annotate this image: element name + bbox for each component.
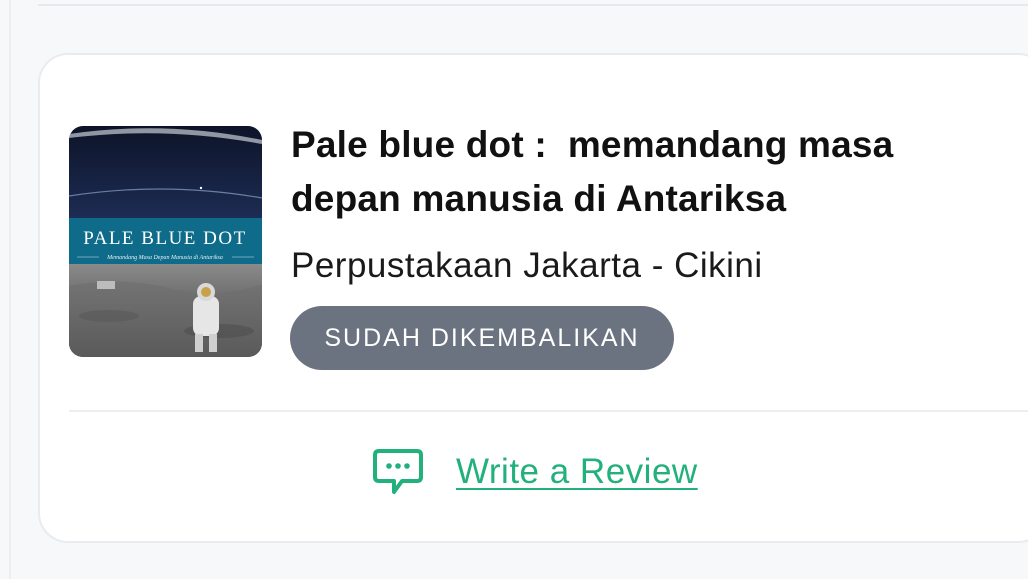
book-cover-image: PALE BLUE DOT Memandang Masa Depan Manus… — [69, 126, 262, 357]
cover-title-text: PALE BLUE DOT — [83, 228, 246, 249]
previous-card-edge — [38, 4, 1028, 6]
cover-subtitle-text: Memandang Masa Depan Manusia di Antariks… — [106, 255, 223, 261]
chat-bubble-icon — [373, 449, 423, 494]
book-title[interactable]: Pale blue dot : memandang masa depan man… — [291, 118, 1011, 226]
card-divider — [69, 410, 1028, 412]
book-cover[interactable]: PALE BLUE DOT Memandang Masa Depan Manus… — [69, 126, 262, 357]
left-border — [9, 0, 11, 579]
status-badge: SUDAH DIKEMBALIKAN — [290, 306, 674, 370]
library-name: Perpustakaan Jakarta - Cikini — [291, 246, 763, 285]
write-review-button[interactable]: Write a Review — [372, 446, 698, 498]
write-review-link[interactable]: Write a Review — [456, 452, 698, 492]
